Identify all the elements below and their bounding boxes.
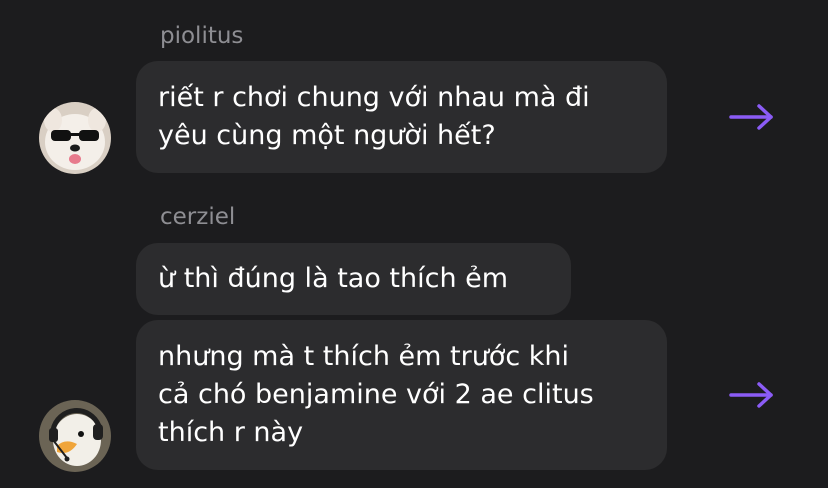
message-text-line: ừ thì đúng là tao thích ẻm [158, 263, 509, 294]
message-text-line: thích r này [158, 417, 304, 448]
sender-name: cerziel [160, 204, 236, 230]
forward-arrow-icon[interactable] [728, 379, 776, 411]
dog-avatar[interactable] [39, 102, 111, 174]
message-text-line: yêu cùng một người hết? [158, 120, 496, 151]
message-text-line: cả chó benjamine với 2 ae clitus [158, 379, 594, 410]
dog-with-sunglasses-icon [39, 102, 111, 174]
message-bubble[interactable]: nhưng mà t thích ẻm trước khi cả chó ben… [136, 320, 667, 470]
message-bubble[interactable]: ừ thì đúng là tao thích ẻm [136, 243, 571, 315]
forward-arrow-icon[interactable] [728, 101, 776, 133]
message-text-line: nhưng mà t thích ẻm trước khi [158, 341, 569, 372]
message-bubble[interactable]: riết r chơi chung với nhau mà đi yêu cùn… [136, 61, 667, 173]
duck-with-headset-icon [39, 400, 111, 472]
message-text-line: riết r chơi chung với nhau mà đi [158, 82, 590, 113]
duck-avatar[interactable] [39, 400, 111, 472]
sender-name: piolitus [160, 23, 244, 49]
